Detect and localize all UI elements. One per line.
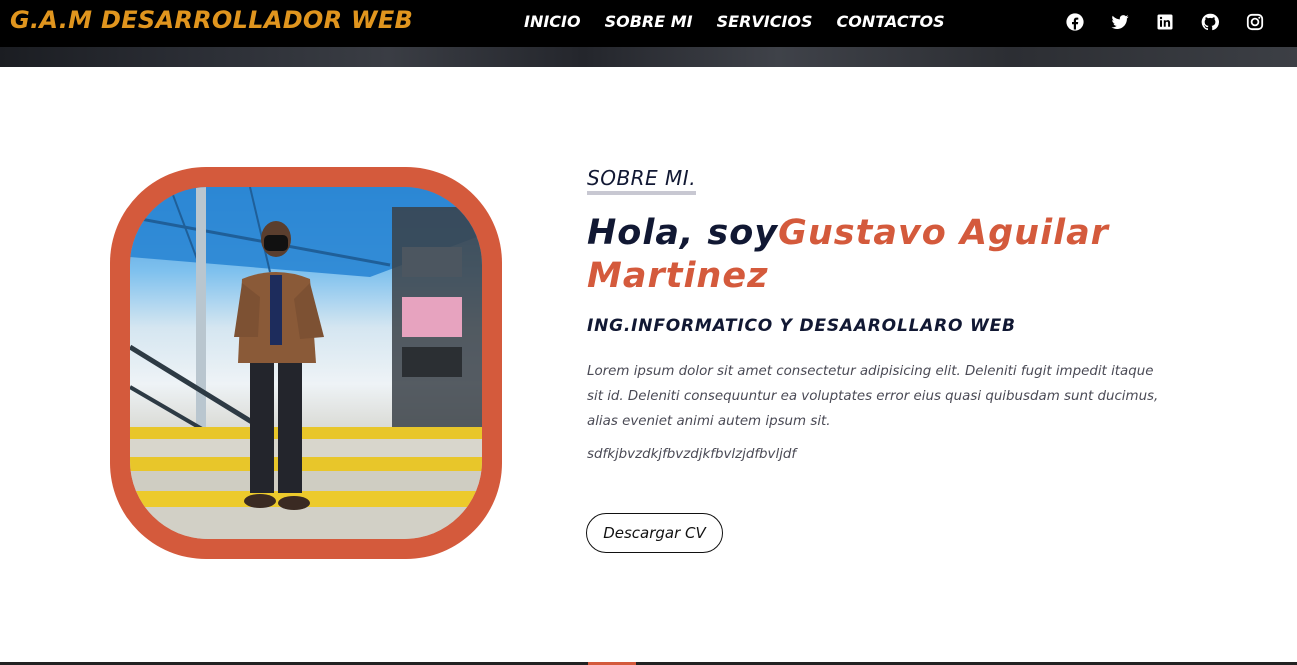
profile-photo-frame	[110, 167, 502, 559]
nav-sobre-mi[interactable]: SOBRE MI	[605, 12, 693, 31]
hero-image-strip	[0, 47, 1297, 67]
headline-greeting: Hola, soy	[587, 213, 779, 253]
about-paragraph-2: sdfkjbvzdkjfbvzdjkfbvlzjdfbvljdf	[587, 447, 797, 462]
section-label: SOBRE MI.	[587, 166, 697, 195]
headline: Hola, soyGustavo Aguilar Martinez	[587, 212, 1147, 298]
profile-photo-illustration	[130, 187, 482, 539]
linkedin-icon[interactable]	[1155, 12, 1175, 32]
profile-photo	[130, 187, 482, 539]
download-cv-button[interactable]: Descargar CV	[586, 513, 723, 553]
brand-logo-text[interactable]: G.A.M DESARROLLADOR WEB	[10, 6, 413, 34]
github-icon[interactable]	[1200, 12, 1220, 32]
role-title: ING.INFORMATICO Y DESAAROLLARO WEB	[587, 316, 1016, 336]
about-paragraph: Lorem ipsum dolor sit amet consectetur a…	[587, 364, 1159, 429]
instagram-icon[interactable]	[1245, 12, 1265, 32]
top-navbar: G.A.M DESARROLLADOR WEB INICIO SOBRE MI …	[0, 0, 1297, 47]
main-nav: INICIO SOBRE MI SERVICIOS CONTACTOS	[524, 12, 945, 31]
facebook-icon[interactable]	[1065, 12, 1085, 32]
nav-servicios[interactable]: SERVICIOS	[717, 12, 813, 31]
nav-inicio[interactable]: INICIO	[524, 12, 581, 31]
nav-contactos[interactable]: CONTACTOS	[837, 12, 945, 31]
twitter-icon[interactable]	[1110, 12, 1130, 32]
social-links	[1065, 12, 1265, 32]
